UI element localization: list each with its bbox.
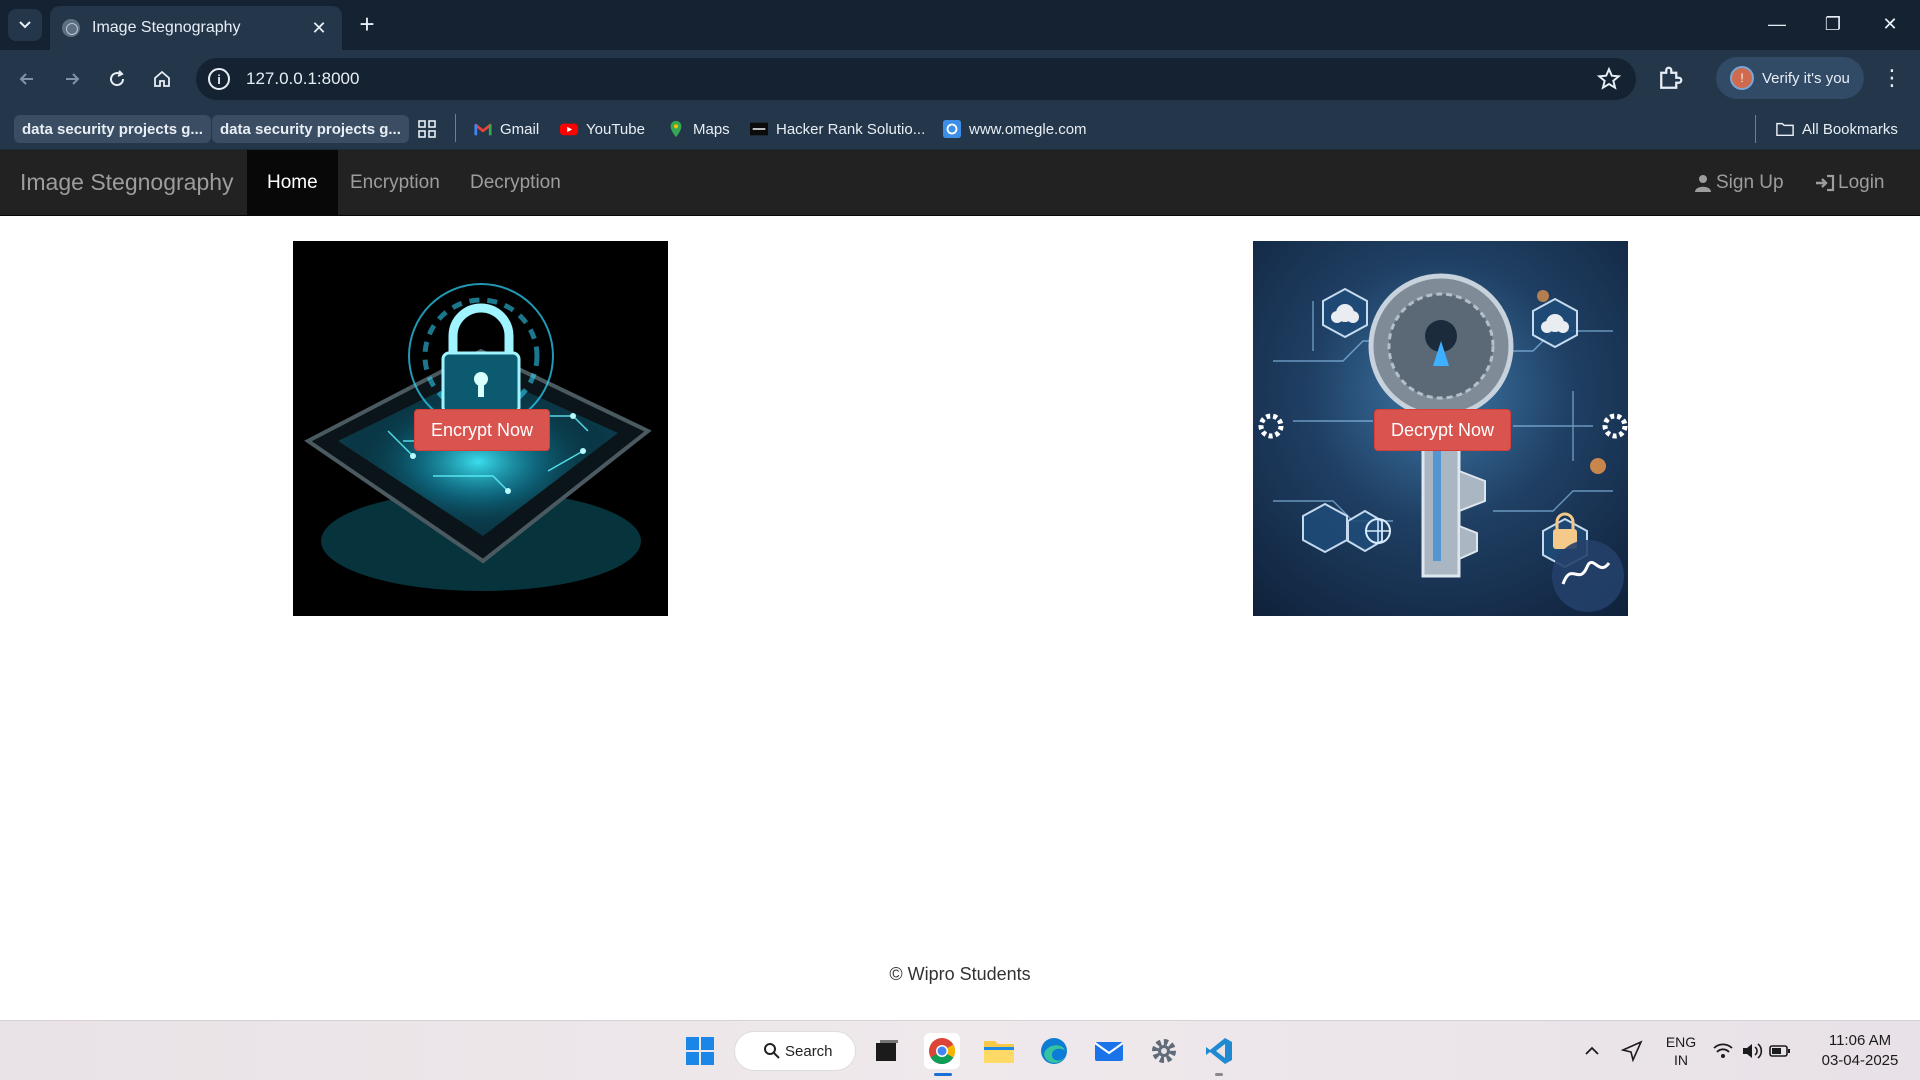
bookmark-item[interactable]: data security projects g... (212, 115, 409, 143)
site-footer: © Wipro Students (889, 964, 1031, 984)
encrypt-now-button[interactable]: Encrypt Now (414, 409, 551, 451)
maps-pin-icon (670, 120, 682, 138)
bookmark-youtube[interactable]: YouTube (560, 115, 645, 143)
bookmark-omegle[interactable]: www.omegle.com (943, 115, 1087, 143)
bookmarks-bar: data security projects g... data securit… (0, 108, 1920, 150)
apps-grid-icon[interactable] (417, 115, 437, 143)
profile-verify-button[interactable]: ! Verify it's you (1716, 57, 1864, 99)
close-tab-icon[interactable]: ✕ (308, 18, 330, 39)
clock[interactable]: 11:06 AM 03-04-2025 (1810, 1031, 1910, 1071)
nav-decryption[interactable]: Decryption (450, 150, 581, 215)
site-brand[interactable]: Image Stegnography (20, 169, 234, 196)
start-button[interactable] (682, 1033, 718, 1069)
all-bookmarks-button[interactable]: All Bookmarks (1776, 115, 1898, 143)
verify-label: Verify it's you (1762, 69, 1850, 87)
bookmark-gmail[interactable]: Gmail (474, 115, 539, 143)
input-language[interactable]: ENG IN (1660, 1033, 1702, 1069)
windows-taskbar: Search ENG IN 11:06 AM 03-04-2025 (0, 1020, 1920, 1080)
settings-gear-icon[interactable] (1146, 1033, 1182, 1069)
nav-signup[interactable]: Sign Up (1694, 150, 1784, 215)
nav-encryption[interactable]: Encryption (330, 150, 460, 215)
reload-button[interactable] (100, 62, 134, 96)
network-volume-battery-group[interactable] (1712, 1033, 1792, 1069)
chrome-icon (929, 1038, 956, 1065)
battery-icon (1769, 1045, 1790, 1057)
chrome-taskbar-icon[interactable] (924, 1033, 960, 1069)
tab-search-button[interactable] (8, 9, 42, 41)
youtube-icon (560, 123, 578, 136)
vscode-icon[interactable] (1201, 1033, 1237, 1069)
decrypt-now-button[interactable]: Decrypt Now (1374, 409, 1512, 451)
nav-home[interactable]: Home (247, 150, 338, 215)
folder-icon (1776, 122, 1794, 137)
url-text[interactable]: 127.0.0.1:8000 (246, 69, 1636, 89)
forward-button[interactable] (55, 62, 89, 96)
extensions-icon[interactable] (1655, 64, 1685, 94)
browser-tab[interactable]: Image Stegnography ✕ (50, 6, 342, 50)
hackerrank-icon (750, 122, 768, 136)
site-info-icon[interactable]: i (208, 68, 230, 90)
bookmark-item[interactable]: data security projects g... (14, 115, 211, 143)
home-icon (154, 70, 170, 87)
minimize-button[interactable]: — (1759, 8, 1795, 40)
back-button[interactable] (10, 62, 44, 96)
user-icon (1695, 174, 1711, 192)
taskbar-search[interactable]: Search (734, 1031, 856, 1071)
wifi-icon (1713, 1043, 1733, 1058)
volume-icon (1743, 1043, 1763, 1059)
chevron-down-icon (19, 21, 31, 29)
browser-tab-bar: Image Stegnography ✕ + — ❐ ✕ (0, 0, 1920, 50)
nav-login[interactable]: Login (1815, 150, 1885, 215)
mail-icon[interactable] (1091, 1033, 1127, 1069)
globe-icon (62, 19, 80, 37)
encrypt-card: Encrypt Now (293, 241, 668, 616)
more-menu-icon[interactable]: ⋮ (1880, 64, 1904, 94)
close-window-button[interactable]: ✕ (1872, 8, 1908, 40)
task-view-icon[interactable] (869, 1033, 905, 1069)
bookmark-divider (1755, 115, 1756, 143)
omegle-icon (943, 120, 961, 138)
new-tab-button[interactable]: + (352, 10, 382, 40)
bookmark-divider (455, 114, 456, 142)
home-button[interactable] (145, 62, 179, 96)
restore-button[interactable]: ❐ (1815, 8, 1851, 40)
reload-icon (110, 70, 125, 87)
search-icon (764, 1043, 780, 1059)
decrypt-card: Decrypt Now (1253, 241, 1628, 616)
show-hidden-icons-chevron-icon[interactable] (1574, 1033, 1610, 1069)
vscode-running-indicator (1215, 1073, 1223, 1076)
avatar: ! (1730, 66, 1754, 90)
bookmark-maps[interactable]: Maps (667, 115, 730, 143)
address-bar[interactable]: i 127.0.0.1:8000 (196, 58, 1636, 100)
edge-icon[interactable] (1036, 1033, 1072, 1069)
bookmark-hackerrank[interactable]: Hacker Rank Solutio... (750, 115, 925, 143)
chrome-active-indicator (934, 1073, 952, 1076)
arrow-left-icon (19, 73, 33, 85)
tab-title: Image Stegnography (92, 19, 241, 36)
file-explorer-icon[interactable] (981, 1033, 1017, 1069)
bookmark-star-icon[interactable] (1596, 66, 1622, 92)
location-arrow-icon[interactable] (1614, 1033, 1650, 1069)
windows-logo-icon (686, 1037, 714, 1065)
browser-toolbar: i 127.0.0.1:8000 ! Verify it's you ⋮ (0, 50, 1920, 108)
gmail-icon (474, 123, 492, 136)
login-icon (1816, 174, 1835, 191)
arrow-right-icon (66, 73, 80, 85)
site-navbar: Image Stegnography Home Encryption Decry… (0, 150, 1920, 216)
